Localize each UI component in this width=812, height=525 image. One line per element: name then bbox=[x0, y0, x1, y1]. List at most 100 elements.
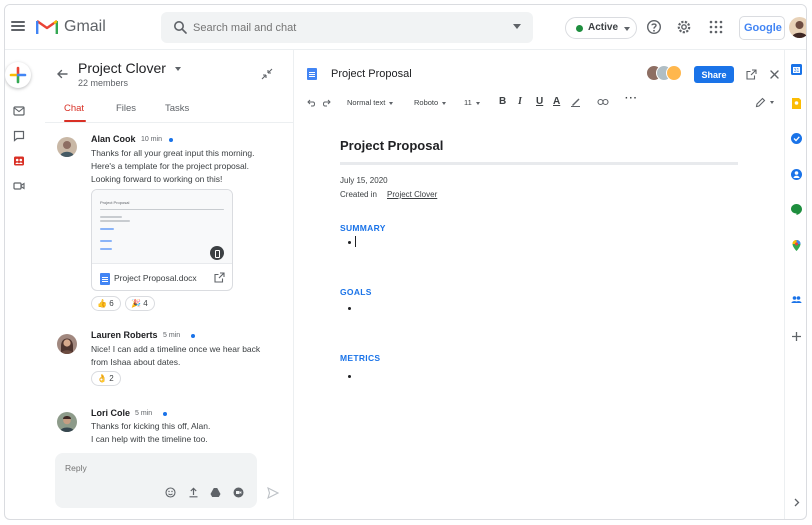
open-in-new-icon[interactable] bbox=[214, 272, 225, 283]
more-options-icon[interactable]: ··· bbox=[625, 93, 638, 104]
meet-icon[interactable] bbox=[13, 180, 25, 192]
groups-icon[interactable] bbox=[790, 293, 803, 306]
chevron-down-icon[interactable] bbox=[770, 101, 774, 104]
message-text: I can help with the timeline too. bbox=[91, 434, 208, 444]
font-size-dropdown[interactable]: 11 bbox=[464, 98, 480, 107]
attachment-card[interactable]: Project Proposal Project Proposal.docx bbox=[91, 189, 233, 291]
collapse-icon[interactable] bbox=[261, 68, 273, 80]
document-date: July 15, 2020 bbox=[340, 176, 388, 185]
undo-icon[interactable] bbox=[307, 98, 316, 107]
document-page[interactable]: Project Proposal July 15, 2020 Created i… bbox=[294, 114, 784, 519]
paragraph-style-dropdown[interactable]: Normal text bbox=[347, 98, 394, 107]
search-icon[interactable] bbox=[173, 20, 187, 34]
section-heading-goals: GOALS bbox=[340, 287, 372, 297]
tasks-icon[interactable] bbox=[790, 132, 803, 145]
underline-button[interactable]: U bbox=[536, 96, 543, 107]
chat-icon[interactable] bbox=[13, 130, 25, 142]
maps-icon[interactable] bbox=[790, 239, 803, 252]
tab-files[interactable]: Files bbox=[116, 103, 136, 114]
apps-grid-icon[interactable] bbox=[708, 19, 724, 35]
keep-icon[interactable] bbox=[790, 97, 803, 110]
google-drive-icon[interactable] bbox=[210, 487, 221, 498]
italic-button[interactable]: I bbox=[518, 96, 522, 107]
open-in-new-icon[interactable] bbox=[746, 69, 757, 80]
compose-button[interactable] bbox=[5, 62, 31, 88]
message-author: Alan Cook bbox=[91, 134, 136, 144]
search-options-chevron-down-icon[interactable] bbox=[513, 24, 521, 29]
avatar-image-icon bbox=[792, 21, 806, 38]
message-author: Lauren Roberts bbox=[91, 330, 158, 340]
tab-chat[interactable]: Chat bbox=[64, 103, 84, 114]
link-icon[interactable] bbox=[597, 98, 609, 106]
attachment-name: Project Proposal.docx bbox=[114, 273, 197, 283]
chevron-down-icon bbox=[475, 101, 480, 105]
status-dropdown[interactable]: Active bbox=[565, 17, 637, 39]
send-icon[interactable] bbox=[267, 487, 279, 499]
share-button[interactable]: Share bbox=[694, 66, 734, 83]
avatar-alan-cook[interactable] bbox=[57, 137, 77, 157]
calendar-icon[interactable]: 31 bbox=[790, 63, 803, 76]
video-meeting-icon[interactable] bbox=[233, 487, 244, 498]
reaction-count: 4 bbox=[143, 299, 148, 308]
collaborator-avatar[interactable] bbox=[666, 65, 682, 81]
drive-badge-icon bbox=[210, 246, 224, 260]
add-icon[interactable] bbox=[790, 330, 803, 343]
room-menu-chevron-down-icon[interactable] bbox=[175, 67, 181, 71]
message-text: Looking forward to working on this! bbox=[91, 174, 223, 184]
reaction-count: 6 bbox=[109, 299, 114, 308]
mail-icon[interactable] bbox=[13, 105, 25, 117]
formatting-toolbar: Normal text Roboto 11 B I U A ··· bbox=[294, 90, 784, 114]
bullet-point bbox=[348, 307, 351, 310]
preview-rule bbox=[100, 209, 224, 210]
preview-line bbox=[100, 220, 130, 222]
text-color-button[interactable]: A bbox=[553, 96, 560, 107]
room-title[interactable]: Project Clover bbox=[78, 60, 166, 76]
font-family-dropdown[interactable]: Roboto bbox=[414, 98, 447, 107]
close-icon[interactable] bbox=[769, 69, 780, 80]
reaction-chip[interactable]: 👌 2 bbox=[91, 371, 121, 386]
docs-file-icon bbox=[307, 68, 317, 80]
avatar-image-icon bbox=[57, 137, 77, 157]
highlight-pen-icon[interactable] bbox=[570, 96, 581, 107]
right-side-panel: 31 bbox=[784, 50, 806, 519]
back-arrow-icon[interactable] bbox=[56, 68, 68, 80]
chat-panel: Project Clover 22 members Chat Files Tas… bbox=[45, 50, 293, 519]
preview-line bbox=[100, 240, 112, 242]
reaction-chip[interactable]: 👍 6 bbox=[91, 296, 121, 311]
chevron-down-icon bbox=[389, 101, 394, 105]
document-heading: Project Proposal bbox=[340, 138, 444, 153]
font-family-value: Roboto bbox=[414, 98, 439, 107]
search-input[interactable] bbox=[193, 18, 493, 37]
bold-button[interactable]: B bbox=[499, 96, 506, 107]
main-menu-icon[interactable] bbox=[11, 19, 25, 33]
document-bar-title[interactable]: Project Proposal bbox=[331, 68, 412, 80]
bullet-point bbox=[348, 375, 351, 378]
message-text: Thanks for kicking this off, Alan. bbox=[91, 421, 211, 431]
unread-dot bbox=[169, 138, 173, 142]
preview-title: Project Proposal bbox=[100, 200, 130, 205]
expand-icon[interactable] bbox=[790, 496, 803, 509]
reaction-chip[interactable]: 🎉 4 bbox=[125, 296, 155, 311]
emoji-icon[interactable] bbox=[165, 487, 176, 498]
settings-gear-icon[interactable] bbox=[676, 19, 692, 35]
reaction-emoji: 👍 bbox=[97, 299, 107, 308]
account-avatar[interactable] bbox=[789, 17, 806, 38]
redo-icon[interactable] bbox=[322, 98, 331, 107]
tab-tasks[interactable]: Tasks bbox=[165, 103, 189, 114]
reply-input[interactable] bbox=[65, 461, 235, 475]
editing-mode-pencil-icon[interactable] bbox=[755, 97, 766, 108]
contacts-icon[interactable] bbox=[790, 168, 803, 181]
rooms-icon[interactable] bbox=[13, 155, 25, 167]
avatar-lori-cole[interactable] bbox=[57, 412, 77, 432]
message-text: from Ishaa about dates. bbox=[91, 357, 181, 367]
preview-line bbox=[100, 248, 112, 250]
help-icon[interactable] bbox=[646, 19, 662, 35]
avatar-lauren-roberts[interactable] bbox=[57, 334, 77, 354]
upload-icon[interactable] bbox=[188, 487, 199, 498]
created-in-room-link[interactable]: Project Clover bbox=[387, 190, 437, 199]
reaction-emoji: 🎉 bbox=[131, 299, 141, 308]
tabs-divider bbox=[45, 122, 293, 123]
google-account-button[interactable]: Google bbox=[739, 16, 785, 40]
hangouts-icon[interactable] bbox=[790, 203, 803, 216]
bullet-point bbox=[348, 241, 351, 244]
